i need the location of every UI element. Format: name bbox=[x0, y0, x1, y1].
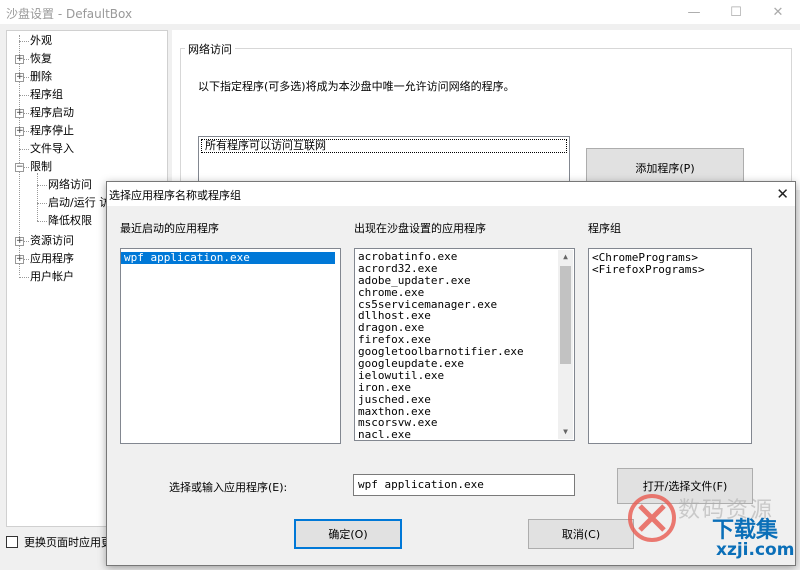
expand-icon[interactable]: + bbox=[15, 109, 24, 118]
list-item[interactable]: wpf application.exe bbox=[121, 252, 335, 264]
program-input-label: 选择或输入应用程序(E): bbox=[169, 481, 288, 494]
scroll-thumb[interactable] bbox=[560, 266, 571, 364]
list-item[interactable]: iron.exe bbox=[355, 381, 574, 394]
program-groups-list[interactable]: <ChromePrograms> <FirefoxPrograms> bbox=[588, 248, 752, 444]
select-program-dialog: 选择应用程序名称或程序组 ✕ 最近启动的应用程序 出现在沙盘设置的应用程序 程序… bbox=[106, 181, 796, 566]
expand-icon[interactable]: + bbox=[15, 55, 24, 64]
list-item[interactable]: adobe_updater.exe bbox=[355, 274, 574, 287]
tree-item[interactable]: 恢复 bbox=[30, 51, 52, 67]
network-access-group-title: 网络访问 bbox=[185, 41, 235, 57]
tree-guide-line bbox=[37, 185, 47, 186]
collapse-icon[interactable]: − bbox=[15, 163, 24, 172]
close-icon[interactable]: ✕ bbox=[758, 0, 798, 24]
list-item[interactable]: acrord32.exe bbox=[355, 262, 574, 275]
tree-guide-line bbox=[19, 95, 29, 96]
tree-item[interactable]: 文件导入 bbox=[30, 141, 74, 157]
open-file-button[interactable]: 打开/选择文件(F) bbox=[617, 468, 753, 504]
scroll-up-icon[interactable]: ▲ bbox=[558, 250, 573, 264]
minimize-icon[interactable]: — bbox=[674, 0, 714, 24]
network-access-description: 以下指定程序(可多选)将成为本沙盘中唯一允许访问网络的程序。 bbox=[198, 80, 515, 93]
tree-guide-line bbox=[37, 173, 38, 221]
tree-guide-line bbox=[19, 41, 29, 42]
expand-icon[interactable]: + bbox=[15, 127, 24, 136]
scroll-down-icon[interactable]: ▼ bbox=[558, 425, 573, 439]
expand-icon[interactable]: + bbox=[15, 255, 24, 264]
checkbox-label: 更换页面时应用更 bbox=[24, 536, 112, 549]
maximize-icon[interactable]: ☐ bbox=[716, 0, 756, 24]
sandbox-programs-label: 出现在沙盘设置的应用程序 bbox=[354, 222, 486, 235]
sandbox-list-scrollbar[interactable]: ▲ ▼ bbox=[558, 250, 573, 439]
recent-programs-label: 最近启动的应用程序 bbox=[120, 222, 219, 235]
tree-item[interactable]: 程序启动 bbox=[30, 105, 74, 121]
tree-item[interactable]: 用户帐户 bbox=[30, 269, 74, 285]
expand-icon[interactable]: + bbox=[15, 237, 24, 246]
apply-on-page-change-checkbox[interactable]: 更换页面时应用更 bbox=[6, 534, 112, 550]
sandbox-programs-list[interactable]: acrobatinfo.exe acrord32.exe adobe_updater… bbox=[354, 248, 575, 441]
main-title-bar: 沙盘设置 - DefaultBox — ☐ ✕ bbox=[0, 0, 800, 24]
program-groups-label: 程序组 bbox=[588, 222, 621, 235]
tree-item[interactable]: 程序停止 bbox=[30, 123, 74, 139]
allowed-programs-list[interactable]: 所有程序可以访问互联网 bbox=[198, 136, 570, 186]
tree-guide-line bbox=[19, 149, 29, 150]
tree-item[interactable]: 网络访问 bbox=[48, 177, 92, 193]
tree-guide-line bbox=[19, 277, 29, 278]
tree-item[interactable]: 降低权限 bbox=[48, 213, 92, 229]
tree-item[interactable]: 限制 bbox=[30, 159, 52, 175]
list-item[interactable]: nacl.exe bbox=[355, 429, 574, 440]
tree-guide-line bbox=[37, 221, 47, 222]
window-title: 沙盘设置 - DefaultBox bbox=[6, 7, 133, 21]
dialog-close-icon[interactable]: ✕ bbox=[776, 185, 789, 203]
recent-programs-list[interactable]: wpf application.exe bbox=[120, 248, 341, 444]
cancel-button[interactable]: 取消(C) bbox=[528, 519, 634, 549]
dialog-title: 选择应用程序名称或程序组 bbox=[109, 189, 241, 202]
tree-item[interactable]: 删除 bbox=[30, 69, 52, 85]
expand-icon[interactable]: + bbox=[15, 73, 24, 82]
checkbox-box[interactable] bbox=[6, 536, 18, 548]
tree-item[interactable]: 资源访问 bbox=[30, 233, 74, 249]
list-item[interactable]: 所有程序可以访问互联网 bbox=[201, 139, 567, 153]
tree-item[interactable]: 启动/运行 访 bbox=[48, 195, 110, 211]
dialog-title-bar: 选择应用程序名称或程序组 ✕ bbox=[107, 182, 795, 206]
list-item[interactable]: ielowutil.exe bbox=[355, 369, 574, 382]
tree-guide-line bbox=[37, 203, 47, 204]
ok-button[interactable]: 确定(O) bbox=[294, 519, 402, 549]
list-item[interactable]: <FirefoxPrograms> bbox=[589, 263, 751, 276]
tree-item[interactable]: 程序组 bbox=[30, 87, 63, 103]
list-item[interactable]: jusched.exe bbox=[355, 393, 574, 406]
list-item[interactable]: chrome.exe bbox=[355, 286, 574, 299]
tree-item[interactable]: 外观 bbox=[30, 33, 52, 49]
program-input[interactable]: wpf application.exe bbox=[353, 474, 575, 496]
tree-item[interactable]: 应用程序 bbox=[30, 251, 74, 267]
